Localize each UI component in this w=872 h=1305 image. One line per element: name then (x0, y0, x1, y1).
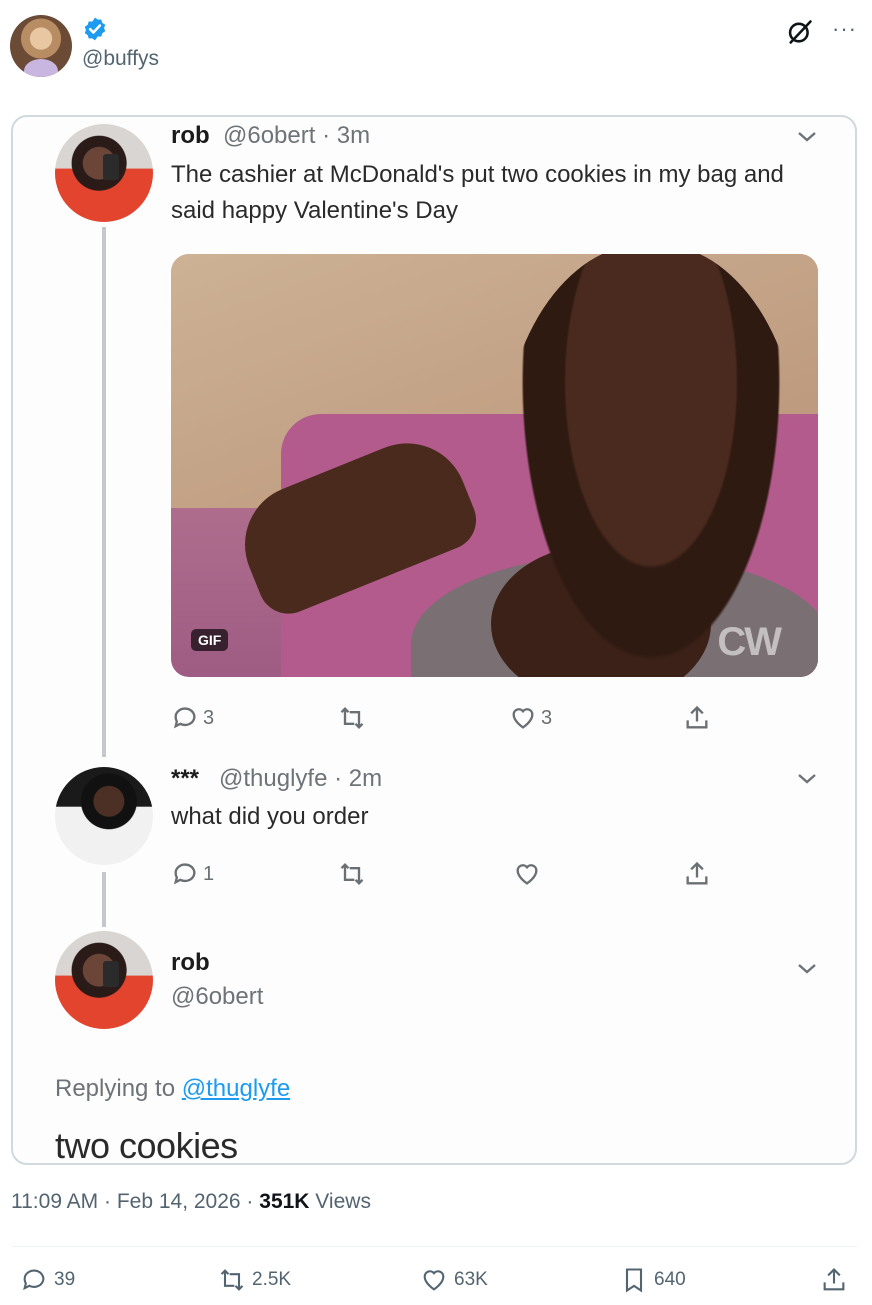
share-action (683, 860, 711, 888)
share-button[interactable] (820, 1266, 848, 1294)
like-count: 3 (541, 706, 553, 729)
like-icon (512, 708, 534, 729)
share-icon (686, 705, 708, 729)
tweet-author-handle: @6obert (171, 983, 264, 1010)
reply-action: 3 (171, 704, 214, 732)
grok-icon[interactable] (786, 18, 814, 46)
avatar (55, 767, 153, 865)
like-button[interactable]: 63K (420, 1266, 488, 1294)
tweet-author-name: rob (171, 122, 210, 149)
reply-icon (23, 1269, 45, 1291)
gif-badge: GIF (191, 629, 229, 651)
reply-count: 3 (203, 706, 215, 729)
tweet-text: two cookies (55, 1125, 238, 1165)
chevron-down-icon (798, 964, 816, 974)
tweet-author-name: *** (171, 765, 200, 792)
reply-icon (173, 707, 196, 729)
repost-action (338, 860, 366, 888)
like-action: 3 (509, 704, 552, 732)
tweet-text: The cashier at McDonald's put two cookie… (171, 161, 784, 224)
share-icon (823, 1268, 845, 1291)
author-handle[interactable]: @buffys (82, 47, 159, 71)
replying-to: Replying to @thuglyfe (55, 1075, 290, 1103)
more-icon[interactable]: ··· (832, 18, 857, 40)
replying-to-link: @thuglyfe (181, 1075, 291, 1102)
tweet-meta: @6obert · 3m (223, 122, 371, 149)
avatar (55, 931, 153, 1029)
repost-icon (340, 863, 364, 885)
repost-action (338, 704, 366, 732)
timestamp-text: 11:09 AM · Feb 14, 2026 · (11, 1190, 260, 1213)
avatar (55, 124, 153, 222)
repost-icon (340, 707, 364, 729)
reply-icon (173, 863, 196, 885)
replying-prefix: Replying to (55, 1075, 182, 1102)
thread-line (102, 872, 106, 927)
tweet-author-name: rob (171, 949, 210, 976)
views-label: Views (309, 1190, 371, 1213)
reply-button[interactable]: 39 (20, 1266, 75, 1294)
like-icon (516, 864, 538, 885)
thread-line (102, 227, 106, 757)
bookmark-icon (625, 1268, 643, 1293)
views-count: 351K (259, 1190, 310, 1213)
bookmark-button[interactable]: 640 (620, 1266, 686, 1294)
verified-badge-icon (84, 17, 106, 41)
embedded-screenshot[interactable]: rob @6obert · 3m The cashier at McDonald… (11, 115, 857, 1165)
repost-button[interactable]: 2.5K (218, 1266, 291, 1294)
reply-action: 1 (171, 860, 214, 888)
chevron-down-icon (798, 774, 816, 784)
watermark-logo: CW (717, 620, 782, 664)
gif-media: GIF CW (171, 254, 818, 677)
chevron-down-icon (798, 132, 816, 142)
repost-count: 2.5K (252, 1269, 292, 1290)
reply-count: 1 (203, 862, 215, 885)
tweet-text: what did you order (171, 803, 369, 830)
reply-count: 39 (54, 1269, 76, 1290)
like-count: 63K (454, 1269, 488, 1290)
like-action (513, 860, 541, 888)
post-timestamp[interactable]: 11:09 AM · Feb 14, 2026 · 351K Views (11, 1190, 371, 1214)
divider (11, 1246, 857, 1247)
author-avatar[interactable] (10, 15, 72, 77)
repost-icon (220, 1269, 244, 1291)
tweet-meta: @thuglyfe · 2m (219, 765, 383, 792)
share-action (683, 704, 711, 732)
bookmark-count: 640 (654, 1269, 686, 1290)
share-icon (686, 861, 708, 885)
like-icon (423, 1270, 445, 1291)
